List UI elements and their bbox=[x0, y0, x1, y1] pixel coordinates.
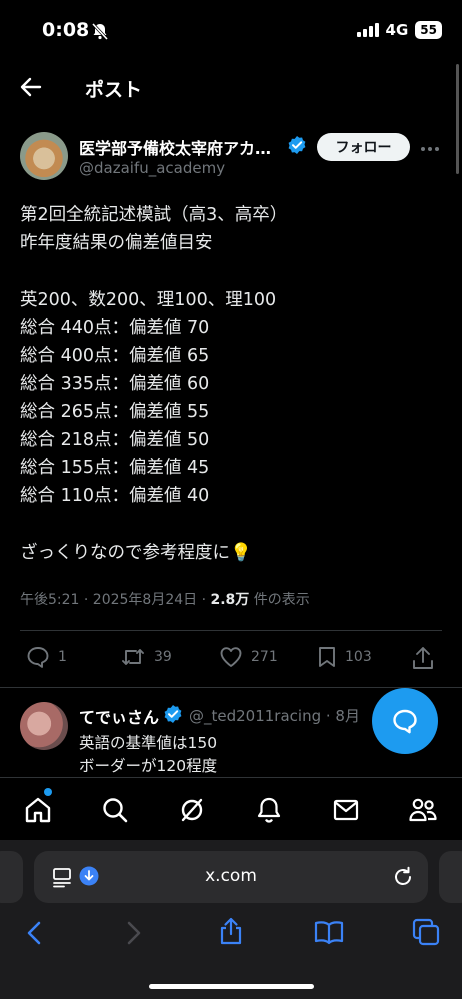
bookmark-icon bbox=[319, 647, 335, 667]
share-icon[interactable] bbox=[412, 646, 434, 670]
divider bbox=[0, 687, 462, 688]
home-icon[interactable] bbox=[24, 796, 52, 824]
battery-level: 55 bbox=[415, 21, 442, 39]
divider bbox=[20, 630, 442, 631]
reply-button[interactable]: 1 bbox=[26, 646, 67, 668]
reply-text-line: ボーダーが120程度 bbox=[79, 757, 218, 775]
repost-button[interactable]: 39 bbox=[120, 646, 172, 668]
tweet-text-line: 総合 155点：偏差値 45 bbox=[20, 458, 210, 478]
browser-forward-icon[interactable] bbox=[124, 920, 144, 946]
status-right: 4G 55 bbox=[356, 21, 442, 39]
verified-badge-icon bbox=[288, 136, 306, 154]
bookmarks-book-icon[interactable] bbox=[313, 919, 345, 945]
notification-dot bbox=[44, 788, 52, 796]
author-avatar[interactable] bbox=[20, 132, 68, 180]
home-indicator bbox=[149, 984, 314, 989]
reply-text-line: 英語の基準値は150 bbox=[79, 734, 218, 752]
reply-avatar[interactable] bbox=[20, 702, 68, 750]
tweet-text-line: 総合 265点：偏差値 55 bbox=[20, 402, 210, 422]
communities-icon[interactable] bbox=[408, 796, 438, 824]
chat-bubble-icon bbox=[393, 709, 417, 734]
reply-icon bbox=[27, 647, 49, 668]
reply-author-name[interactable]: てでぃさん bbox=[79, 704, 159, 728]
bell-muted-icon bbox=[91, 22, 109, 40]
status-time: 0:08 bbox=[42, 19, 90, 41]
compose-reply-button[interactable] bbox=[372, 688, 438, 754]
heart-icon bbox=[220, 647, 242, 667]
tweet-text-line: 総合 400点：偏差値 65 bbox=[20, 346, 210, 366]
tweet-text-line: 昨年度結果の偏差値目安 bbox=[20, 233, 213, 253]
tweet-text-line: 第2回全統記述模試（高3、高卒） bbox=[20, 205, 288, 225]
notifications-bell-icon[interactable] bbox=[255, 796, 283, 824]
views-count: 2.8万 bbox=[210, 592, 250, 608]
like-button[interactable]: 271 bbox=[219, 646, 278, 668]
bottom-tab-bar bbox=[0, 777, 462, 840]
tweet-timestamp[interactable]: 午後5:21 · 2025年8月24日 · bbox=[20, 592, 211, 608]
scrollbar[interactable] bbox=[456, 64, 459, 174]
more-options-icon[interactable] bbox=[420, 146, 440, 152]
tweet-text-line: 総合 110点：偏差値 40 bbox=[20, 486, 210, 506]
reply-author-handle[interactable]: @_ted2011racing · 8月 bbox=[189, 705, 360, 726]
tweet-text-line: 総合 335点：偏差値 60 bbox=[20, 374, 210, 394]
tweet-text-line: 総合 218点：偏差値 50 bbox=[20, 430, 210, 450]
reply-count: 1 bbox=[58, 649, 67, 665]
signal-icon bbox=[356, 23, 379, 37]
tweet-text-line: 総合 440点：偏差値 70 bbox=[20, 318, 210, 338]
repost-count: 39 bbox=[154, 649, 172, 665]
page-title: ポスト bbox=[85, 79, 143, 101]
network-type: 4G bbox=[385, 21, 409, 39]
grok-icon[interactable] bbox=[178, 796, 206, 824]
reload-icon[interactable] bbox=[392, 866, 414, 888]
back-arrow-icon[interactable] bbox=[18, 76, 44, 98]
tabs-overview-icon[interactable] bbox=[412, 918, 440, 946]
search-icon[interactable] bbox=[101, 796, 129, 824]
bookmark-button[interactable]: 103 bbox=[317, 646, 372, 668]
tweet-meta: 午後5:21 · 2025年8月24日 · 2.8万 件の表示 bbox=[20, 589, 310, 609]
bookmark-count: 103 bbox=[345, 649, 372, 665]
author-name[interactable]: 医学部予備校太宰府アカ… bbox=[79, 135, 271, 159]
like-count: 271 bbox=[251, 649, 278, 665]
tweet-text-line: 英200、数200、理100、理100 bbox=[20, 290, 277, 310]
views-label: 件の表示 bbox=[249, 592, 310, 608]
repost-icon bbox=[122, 649, 144, 665]
browser-back-icon[interactable] bbox=[24, 920, 44, 946]
messages-envelope-icon[interactable] bbox=[332, 796, 360, 824]
browser-share-icon[interactable] bbox=[217, 916, 245, 946]
follow-button[interactable]: フォロー bbox=[317, 133, 410, 161]
author-handle[interactable]: @dazaifu_academy bbox=[79, 159, 225, 177]
verified-badge-icon bbox=[164, 705, 182, 723]
tweet-text-line: ざっくりなので参考程度に💡 bbox=[20, 543, 252, 563]
